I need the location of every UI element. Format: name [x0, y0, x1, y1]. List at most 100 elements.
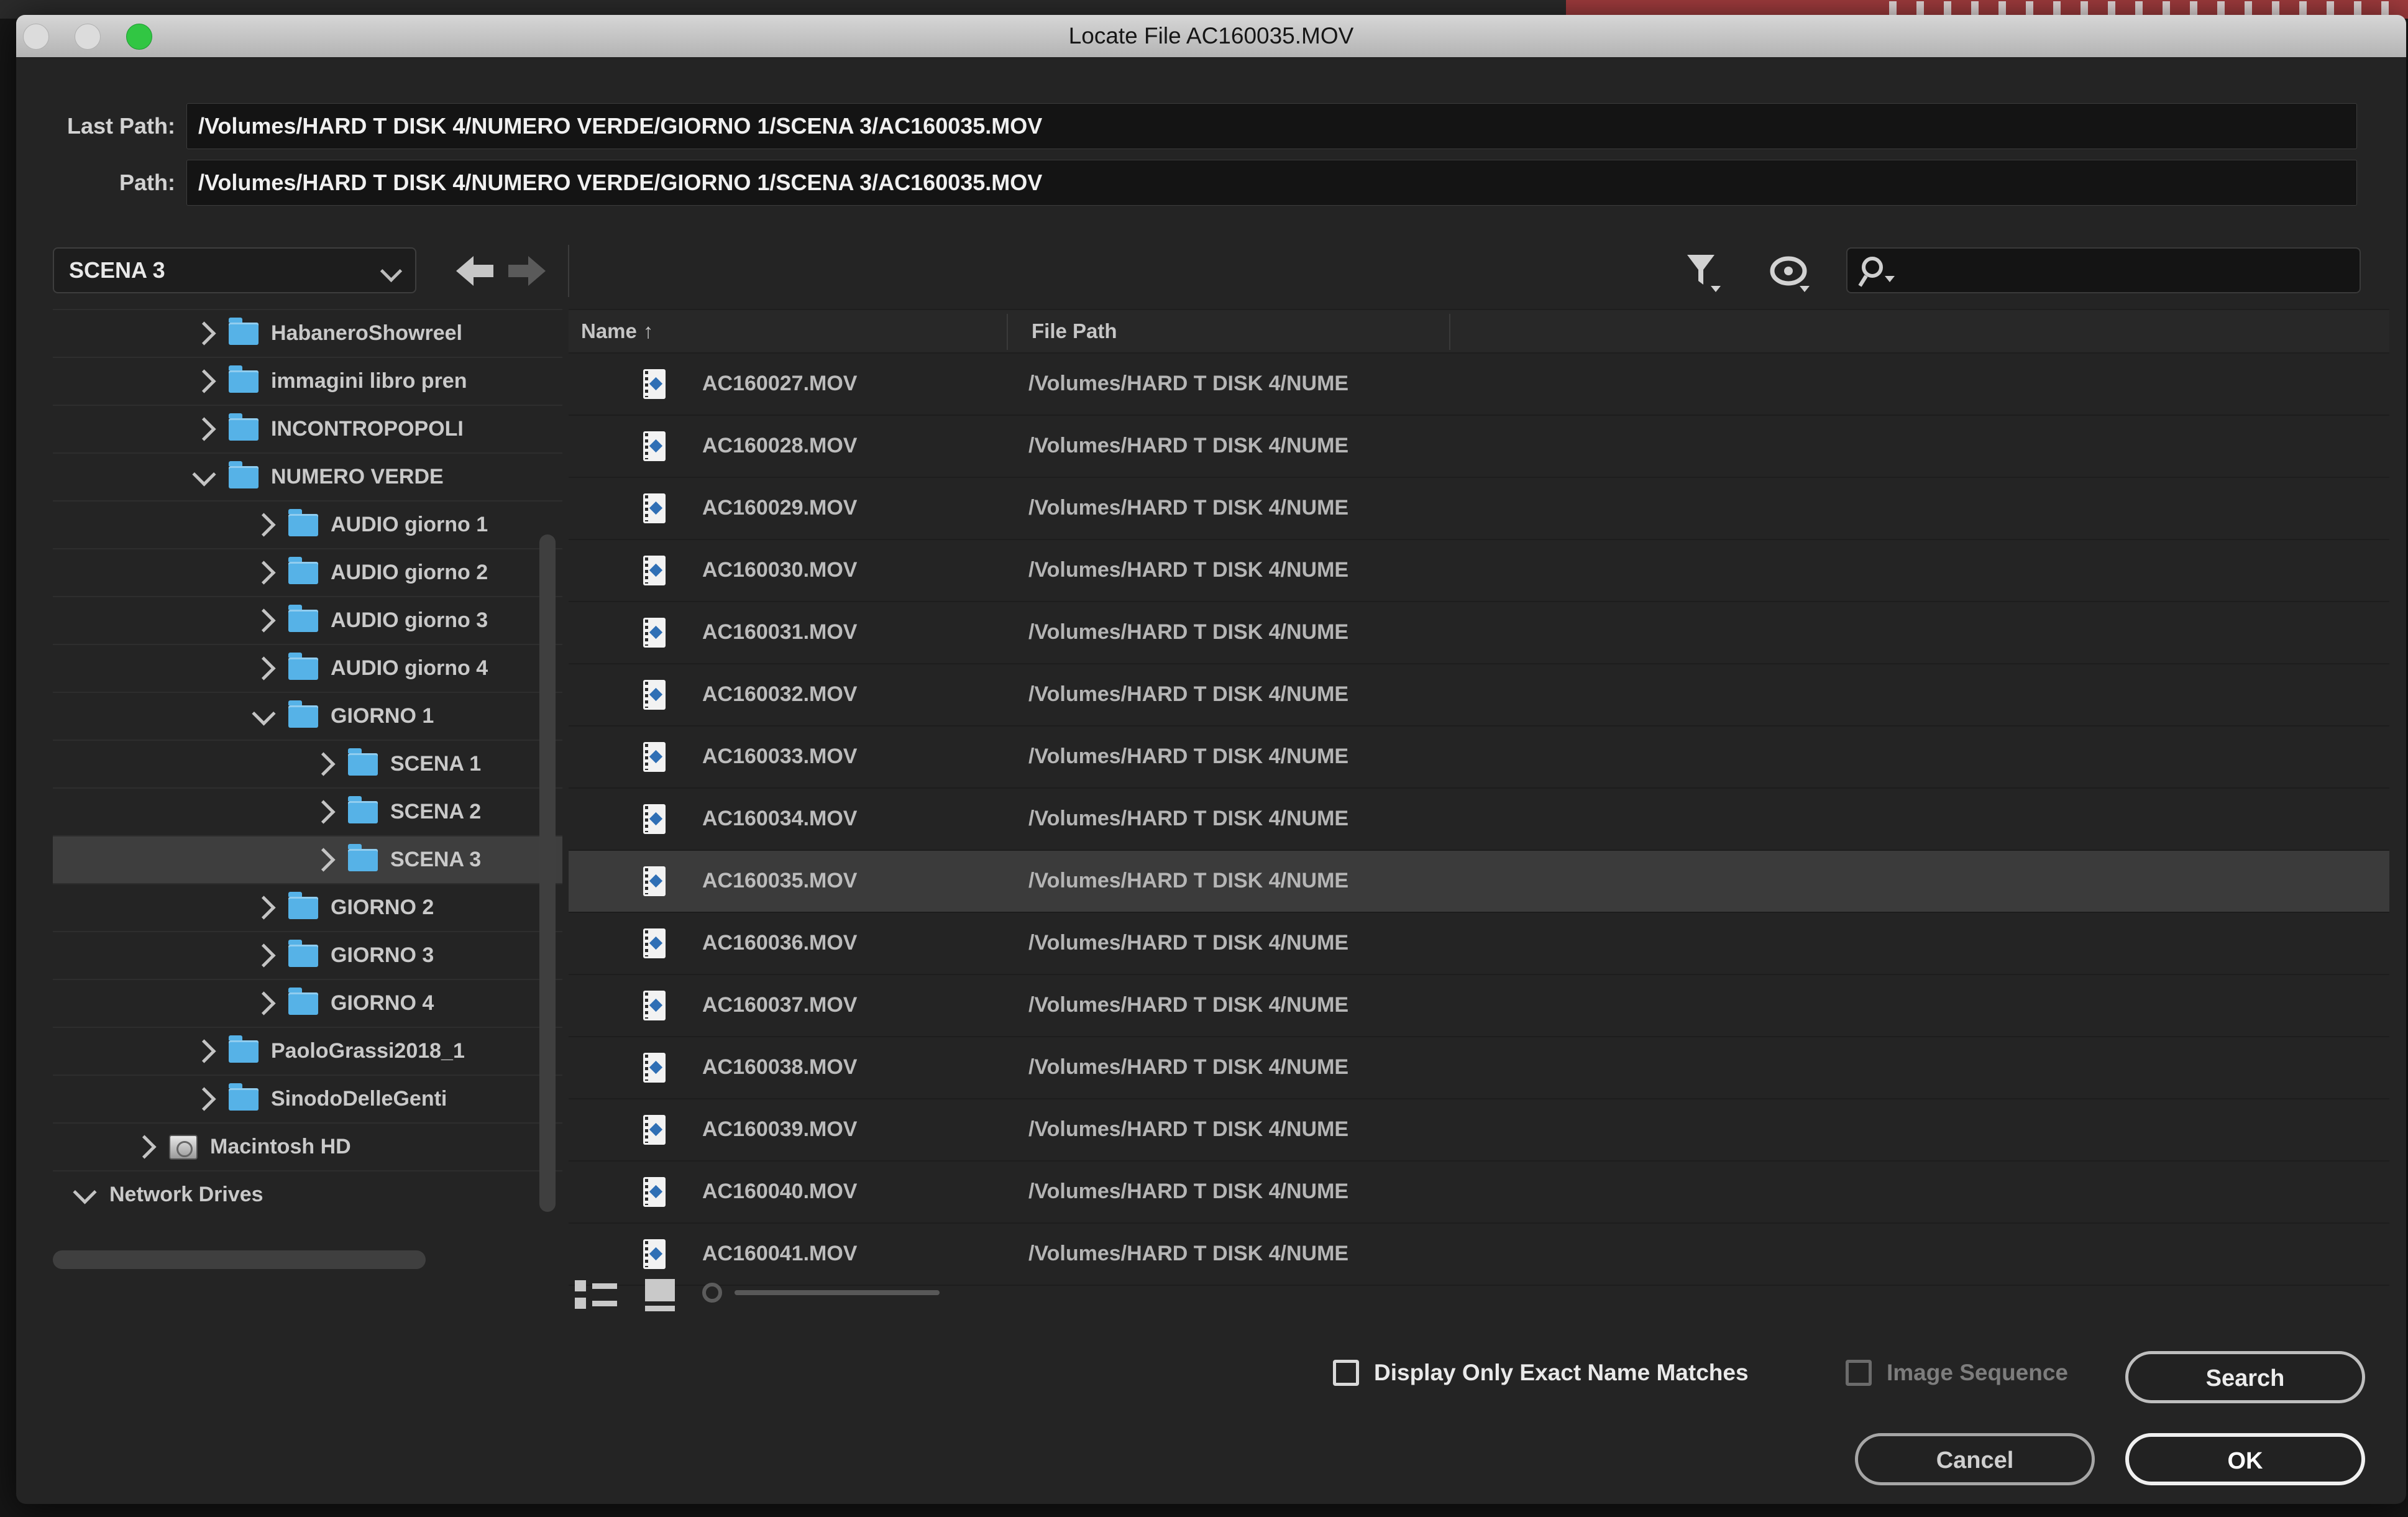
tree-item-scena-1[interactable]: SCENA 1	[53, 740, 562, 787]
column-header-name[interactable]: Name↑	[581, 310, 653, 352]
file-row-ac160031-mov[interactable]: AC160031.MOV/Volumes/HARD T DISK 4/NUME	[569, 602, 2389, 664]
chevron-right-icon[interactable]	[132, 1135, 156, 1158]
exact-match-checkbox[interactable]	[1333, 1360, 1359, 1386]
movie-file-icon	[643, 369, 666, 399]
preview-eye-icon[interactable]	[1767, 256, 1820, 295]
chevron-right-icon[interactable]	[252, 991, 275, 1015]
file-row-ac160027-mov[interactable]: AC160027.MOV/Volumes/HARD T DISK 4/NUME	[569, 354, 2389, 416]
chevron-down-icon[interactable]	[73, 1180, 96, 1204]
file-row-ac160038-mov[interactable]: AC160038.MOV/Volumes/HARD T DISK 4/NUME	[569, 1037, 2389, 1099]
path-field[interactable]: /Volumes/HARD T DISK 4/NUMERO VERDE/GIOR…	[186, 160, 2357, 206]
ok-button[interactable]: OK	[2125, 1433, 2365, 1485]
movie-file-icon	[643, 1177, 666, 1207]
tree-item-label: SCENA 3	[390, 848, 481, 872]
file-row-ac160041-mov[interactable]: AC160041.MOV/Volumes/HARD T DISK 4/NUME	[569, 1224, 2389, 1286]
toolbar-divider	[568, 245, 569, 297]
search-input[interactable]	[1905, 251, 2348, 291]
tree-item-paolograssi2018-1[interactable]: PaoloGrassi2018_1	[53, 1027, 562, 1075]
folder-icon	[288, 658, 318, 680]
chevron-right-icon[interactable]	[311, 800, 335, 823]
file-name: AC160038.MOV	[702, 1037, 857, 1097]
folder-icon	[229, 418, 259, 441]
file-row-ac160035-mov[interactable]: AC160035.MOV/Volumes/HARD T DISK 4/NUME	[569, 851, 2389, 913]
tree-item-giorno-1[interactable]: GIORNO 1	[53, 692, 562, 740]
chevron-right-icon[interactable]	[252, 656, 275, 680]
file-path: /Volumes/HARD T DISK 4/NUME	[1028, 851, 1451, 910]
tree-vertical-scrollbar[interactable]	[539, 534, 556, 1212]
movie-file-icon	[643, 431, 666, 461]
tree-item-audio-giorno-3[interactable]: AUDIO giorno 3	[53, 596, 562, 644]
folder-icon	[229, 466, 259, 488]
tree-item-network-drives[interactable]: Network Drives	[53, 1170, 562, 1218]
column-name-label: Name	[581, 319, 637, 342]
tree-item-giorno-4[interactable]: GIORNO 4	[53, 979, 562, 1027]
image-sequence-checkbox[interactable]	[1846, 1360, 1872, 1386]
tree-item-numero-verde[interactable]: NUMERO VERDE	[53, 452, 562, 500]
tree-item-giorno-3[interactable]: GIORNO 3	[53, 931, 562, 979]
forward-arrow-icon[interactable]	[507, 255, 547, 287]
column-divider-2[interactable]	[1449, 314, 1450, 350]
file-row-ac160037-mov[interactable]: AC160037.MOV/Volumes/HARD T DISK 4/NUME	[569, 975, 2389, 1037]
chevron-right-icon[interactable]	[252, 561, 275, 584]
chevron-right-icon[interactable]	[311, 848, 335, 871]
chevron-right-icon[interactable]	[192, 1039, 216, 1063]
cancel-button[interactable]: Cancel	[1855, 1433, 2095, 1485]
file-row-ac160036-mov[interactable]: AC160036.MOV/Volumes/HARD T DISK 4/NUME	[569, 913, 2389, 975]
column-divider[interactable]	[1007, 314, 1008, 350]
search-field[interactable]	[1846, 247, 2361, 293]
search-button[interactable]: Search	[2125, 1351, 2365, 1403]
chevron-down-icon[interactable]	[252, 702, 275, 725]
file-row-ac160034-mov[interactable]: AC160034.MOV/Volumes/HARD T DISK 4/NUME	[569, 789, 2389, 851]
tree-item-scena-3[interactable]: SCENA 3	[53, 835, 562, 883]
tree-item-scena-2[interactable]: SCENA 2	[53, 787, 562, 835]
file-row-ac160033-mov[interactable]: AC160033.MOV/Volumes/HARD T DISK 4/NUME	[569, 726, 2389, 789]
chevron-right-icon[interactable]	[192, 1087, 216, 1111]
movie-file-icon	[643, 1115, 666, 1145]
tree-item-giorno-2[interactable]: GIORNO 2	[53, 883, 562, 931]
file-name: AC160030.MOV	[702, 540, 857, 600]
folder-icon	[288, 992, 318, 1015]
folder-icon	[348, 849, 378, 871]
chevron-right-icon[interactable]	[252, 513, 275, 536]
file-path: /Volumes/HARD T DISK 4/NUME	[1028, 975, 1451, 1035]
tree-item-habaneroshowreel[interactable]: HabaneroShowreel	[53, 309, 562, 357]
file-row-ac160029-mov[interactable]: AC160029.MOV/Volumes/HARD T DISK 4/NUME	[569, 478, 2389, 540]
thumbnail-view-icon[interactable]	[645, 1279, 675, 1311]
chevron-right-icon[interactable]	[192, 369, 216, 393]
list-view-icon[interactable]	[575, 1279, 620, 1311]
thumbnail-size-slider-track[interactable]	[735, 1290, 940, 1295]
tree-item-macintosh-hd[interactable]: Macintosh HD	[53, 1122, 562, 1170]
locate-file-dialog: Locate File AC160035.MOV Last Path: /Vol…	[16, 15, 2406, 1504]
chevron-right-icon[interactable]	[192, 321, 216, 345]
folder-icon	[229, 1040, 259, 1063]
chevron-right-icon[interactable]	[252, 608, 275, 632]
tree-item-immagini-libro-pren[interactable]: immagini libro pren	[53, 357, 562, 405]
tree-item-audio-giorno-1[interactable]: AUDIO giorno 1	[53, 500, 562, 548]
chevron-down-icon[interactable]	[192, 462, 216, 486]
tree-horizontal-scrollbar[interactable]	[53, 1250, 426, 1269]
tree-item-incontropopoli[interactable]: INCONTROPOPOLI	[53, 405, 562, 452]
tree-item-sinododellegenti[interactable]: SinodoDelleGenti	[53, 1075, 562, 1122]
chevron-right-icon[interactable]	[252, 943, 275, 967]
file-path: /Volumes/HARD T DISK 4/NUME	[1028, 354, 1451, 413]
last-path-field[interactable]: /Volumes/HARD T DISK 4/NUMERO VERDE/GIOR…	[186, 103, 2357, 149]
file-row-ac160030-mov[interactable]: AC160030.MOV/Volumes/HARD T DISK 4/NUME	[569, 540, 2389, 602]
tree-item-audio-giorno-4[interactable]: AUDIO giorno 4	[53, 644, 562, 692]
chevron-right-icon[interactable]	[252, 896, 275, 919]
filter-funnel-icon[interactable]	[1682, 251, 1726, 295]
file-row-ac160028-mov[interactable]: AC160028.MOV/Volumes/HARD T DISK 4/NUME	[569, 416, 2389, 478]
movie-file-icon	[643, 991, 666, 1020]
file-row-ac160039-mov[interactable]: AC160039.MOV/Volumes/HARD T DISK 4/NUME	[569, 1099, 2389, 1162]
folder-icon	[288, 897, 318, 919]
chevron-right-icon[interactable]	[311, 752, 335, 776]
movie-file-icon	[643, 680, 666, 710]
folder-icon	[288, 562, 318, 584]
file-row-ac160032-mov[interactable]: AC160032.MOV/Volumes/HARD T DISK 4/NUME	[569, 664, 2389, 726]
location-dropdown[interactable]: SCENA 3	[53, 247, 416, 293]
chevron-right-icon[interactable]	[192, 417, 216, 441]
thumbnail-size-slider-knob[interactable]	[702, 1283, 722, 1303]
file-row-ac160040-mov[interactable]: AC160040.MOV/Volumes/HARD T DISK 4/NUME	[569, 1162, 2389, 1224]
column-header-file-path[interactable]: File Path	[1032, 310, 1117, 352]
back-arrow-icon[interactable]	[455, 255, 495, 287]
tree-item-audio-giorno-2[interactable]: AUDIO giorno 2	[53, 548, 562, 596]
